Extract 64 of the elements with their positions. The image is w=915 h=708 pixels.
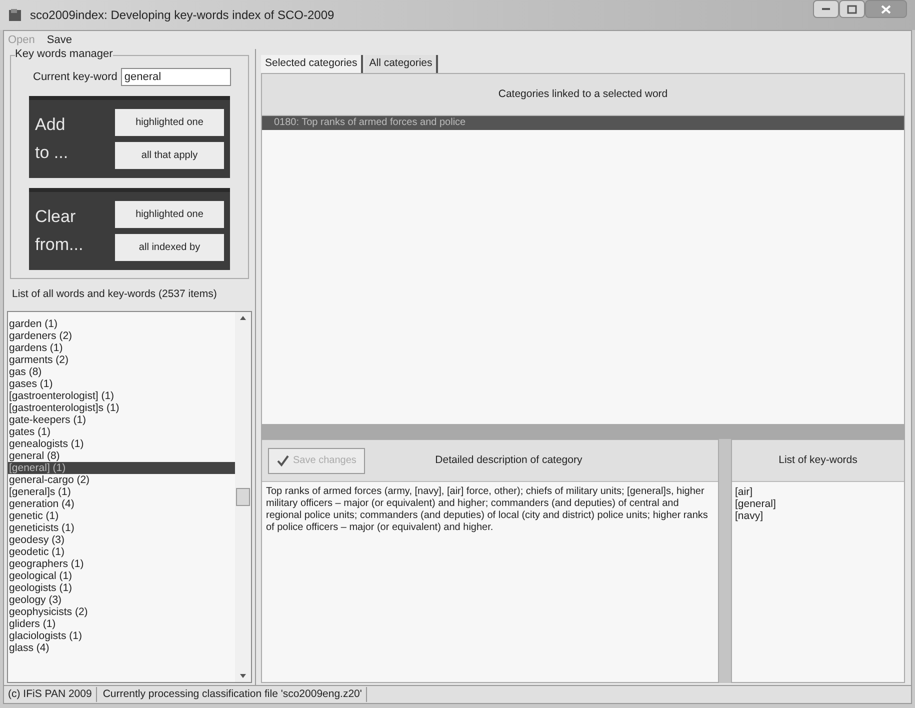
group-title: Key words manager (15, 49, 113, 60)
group-label: Add to ... (35, 114, 70, 164)
maximize-button[interactable] (839, 0, 865, 18)
list-item[interactable]: general (8) (8, 450, 235, 462)
minimize-button[interactable] (813, 0, 839, 18)
list-item[interactable]: gardeners (2) (8, 330, 235, 342)
list-item[interactable]: geophysicists (2) (8, 606, 235, 618)
action-button[interactable]: highlighted one (115, 201, 224, 228)
list-item[interactable]: gates (1) (8, 426, 235, 438)
list-item[interactable]: [general] (1) (8, 462, 235, 474)
panel-title: Categories linked to a selected word (498, 86, 668, 102)
panel-title: Detailed description of category (434, 452, 584, 468)
list-item[interactable]: [gastroenterologist]s (1) (8, 402, 235, 414)
list-item[interactable]: geological (1) (8, 570, 235, 582)
key-word-item[interactable]: [general] (735, 498, 901, 510)
list-item[interactable]: general-cargo (2) (8, 474, 235, 486)
field-label: Current key-word (33, 70, 118, 85)
action-button[interactable]: all indexed by (115, 234, 224, 261)
list-item[interactable]: genetic (1) (8, 510, 235, 522)
list-title: List of all words and key-words (2537 items) (11, 287, 218, 302)
close-button[interactable] (865, 0, 907, 18)
menu-item[interactable]: Save (46, 32, 72, 48)
status-text: Currently processing classification file 'sco2009eng.z20' (98, 686, 367, 702)
key-word-item[interactable]: [air] (735, 486, 901, 498)
list-item[interactable]: genealogists (1) (8, 438, 235, 450)
list-item[interactable]: garments (2) (8, 354, 235, 366)
list-item[interactable]: gardens (1) (8, 342, 235, 354)
list-item[interactable]: generation (4) (8, 498, 235, 510)
list-item[interactable]: gate-keepers (1) (8, 414, 235, 426)
minimize-icon (821, 8, 831, 10)
action-button[interactable]: highlighted one (115, 109, 224, 136)
key-word-field[interactable]: general (121, 68, 232, 86)
list-item[interactable]: [general]s (1) (8, 486, 235, 498)
status-text: (c) IFiS PAN 2009 (4, 686, 97, 702)
tab[interactable]: All categories (365, 55, 438, 73)
list-item[interactable]: geodetic (1) (8, 546, 235, 558)
scrollbar[interactable] (235, 312, 251, 682)
panel-title: List of key-words (778, 452, 858, 468)
action-button[interactable]: all that apply (115, 142, 224, 169)
scroll-thumb[interactable] (236, 488, 250, 506)
list-item[interactable]: gliders (1) (8, 618, 235, 630)
list-item[interactable]: glass (4) (8, 642, 235, 654)
list-item[interactable]: [gastroenterologist] (1) (8, 390, 235, 402)
list-item[interactable]: geologists (1) (8, 582, 235, 594)
tab[interactable]: Selected categories (261, 55, 364, 73)
list-item[interactable]: gas (8) (8, 366, 235, 378)
checkmark-icon (277, 454, 289, 466)
close-icon (881, 4, 891, 14)
list-item[interactable]: geographers (1) (8, 558, 235, 570)
list-item[interactable]: geneticists (1) (8, 522, 235, 534)
list-item[interactable]: geodesy (3) (8, 534, 235, 546)
window-title: sco2009index: Developing key-words index of SCO-2009 (30, 7, 334, 24)
group-label: Clear from... (35, 206, 84, 256)
app-icon (8, 8, 22, 22)
scroll-up-icon[interactable] (240, 316, 246, 320)
list-item[interactable]: glaciologists (1) (8, 630, 235, 642)
list-item[interactable]: gases (1) (8, 378, 235, 390)
key-word-item[interactable]: [navy] (735, 510, 901, 522)
list-item[interactable]: garden (1) (8, 318, 235, 330)
maximize-icon (847, 4, 857, 14)
description-text: Top ranks of armed forces (army, [navy], [air] force, other); chiefs of military units; [general]s, higher military officers – major (or equivalent) and higher; commanders (and deputies) of central and regional police units; commanders (and deputies) of local (city and district) police units; higher ranks of police officers – major (or equivalent) and higher. (265, 485, 709, 534)
category-row[interactable]: 0180: Top ranks of armed forces and police (262, 116, 904, 130)
scroll-down-icon[interactable] (240, 674, 246, 678)
list-item[interactable]: geology (3) (8, 594, 235, 606)
